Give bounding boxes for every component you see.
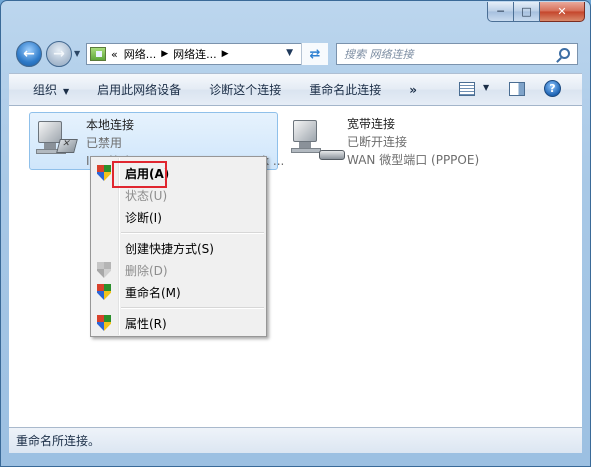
shield-icon — [97, 262, 111, 278]
search-icon[interactable] — [559, 48, 570, 59]
network-folder-icon — [90, 47, 106, 61]
network-adapter-icon — [36, 119, 80, 161]
organize-menu[interactable]: 组织 ▼ — [9, 81, 83, 98]
caption-buttons: ─ □ ✕ — [487, 2, 585, 22]
status-text: 重命名所连接。 — [16, 434, 101, 448]
refresh-button[interactable]: ⇄ — [301, 43, 328, 65]
annotation-highlight-box — [112, 161, 167, 188]
minimize-icon: ─ — [497, 5, 504, 18]
maximize-button[interactable]: □ — [514, 2, 540, 22]
enable-device-button[interactable]: 启用此网络设备 — [83, 81, 195, 98]
explorer-window: ─ □ ✕ ← → ▼ « 网络... ▶ 网络连... ▶ ▼ ⇄ 组织 ▼ 启… — [0, 0, 591, 467]
menu-item-label: 创建快捷方式(S) — [125, 241, 214, 256]
forward-button[interactable]: → — [46, 41, 72, 67]
menu-item-rename[interactable]: 重命名(M) — [93, 281, 264, 303]
view-options-chevron-icon[interactable]: ▼ — [483, 83, 489, 92]
back-arrow-icon: ← — [23, 46, 35, 62]
menu-item-label: 重命名(M) — [125, 285, 181, 300]
address-dropdown-icon[interactable]: ▼ — [286, 48, 293, 58]
change-view-icon[interactable] — [459, 82, 475, 96]
breadcrumb-overflow[interactable]: « — [111, 48, 118, 61]
menu-item-delete: 删除(D) — [93, 259, 264, 281]
minimize-button[interactable]: ─ — [487, 2, 514, 22]
breadcrumb-network-connections[interactable]: 网络连... — [173, 46, 217, 62]
address-bar[interactable]: « 网络... ▶ 网络连... ▶ ▼ — [86, 43, 328, 65]
close-button[interactable]: ✕ — [540, 2, 585, 22]
recent-pages-icon[interactable]: ▼ — [74, 49, 80, 58]
shield-icon — [97, 284, 111, 300]
connection-device: WAN 微型端口 (PPPOE) — [347, 153, 480, 167]
connection-status: 已断开连接 — [347, 135, 408, 149]
chevron-down-icon: ▼ — [63, 87, 70, 96]
disabled-adapter-icon — [56, 139, 78, 153]
back-button[interactable]: ← — [16, 41, 42, 67]
close-icon: ✕ — [557, 5, 567, 18]
more-commands-button[interactable]: » — [395, 83, 431, 97]
navigation-row: ← → ▼ « 网络... ▶ 网络连... ▶ ▼ ⇄ — [1, 37, 590, 73]
menu-item-label: 状态(U) — [125, 188, 168, 203]
forward-arrow-icon: → — [53, 46, 65, 62]
menu-item-label: 属性(R) — [125, 316, 167, 331]
broadband-connection-icon — [291, 118, 345, 160]
menu-item-diagnose[interactable]: 诊断(I) — [93, 206, 264, 228]
connection-name: 本地连接 — [86, 118, 135, 132]
menu-separator — [121, 307, 264, 309]
menu-item-label: 诊断(I) — [125, 210, 162, 225]
breadcrumb-chevron-icon[interactable]: ▶ — [222, 49, 229, 59]
command-bar: 组织 ▼ 启用此网络设备 诊断这个连接 重命名此连接 » ▼ ? — [9, 73, 582, 106]
menu-item-properties[interactable]: 属性(R) — [93, 312, 264, 334]
help-icon[interactable]: ? — [544, 80, 561, 97]
preview-pane-icon[interactable] — [509, 82, 525, 96]
refresh-icon: ⇄ — [309, 46, 321, 62]
organize-label: 组织 — [33, 83, 58, 97]
shield-icon — [97, 315, 111, 331]
search-box[interactable] — [336, 43, 578, 65]
modem-icon — [319, 150, 345, 160]
rename-connection-button[interactable]: 重命名此连接 — [295, 81, 395, 98]
status-bar: 重命名所连接。 — [9, 427, 582, 453]
connection-item-broadband[interactable]: 宽带连接 已断开连接 WAN 微型端口 (PPPOE) — [285, 112, 535, 170]
menu-separator — [121, 232, 264, 234]
breadcrumb-chevron-icon[interactable]: ▶ — [161, 49, 168, 59]
menu-item-label: 删除(D) — [125, 263, 168, 278]
connection-status: 已禁用 — [86, 136, 123, 150]
maximize-icon: □ — [521, 5, 532, 18]
shield-icon — [97, 165, 111, 181]
breadcrumb-network[interactable]: 网络... — [124, 46, 157, 62]
diagnose-connection-button[interactable]: 诊断这个连接 — [195, 81, 295, 98]
search-input[interactable] — [344, 47, 544, 61]
connection-name: 宽带连接 — [347, 117, 396, 131]
menu-item-create-shortcut[interactable]: 创建快捷方式(S) — [93, 237, 264, 259]
